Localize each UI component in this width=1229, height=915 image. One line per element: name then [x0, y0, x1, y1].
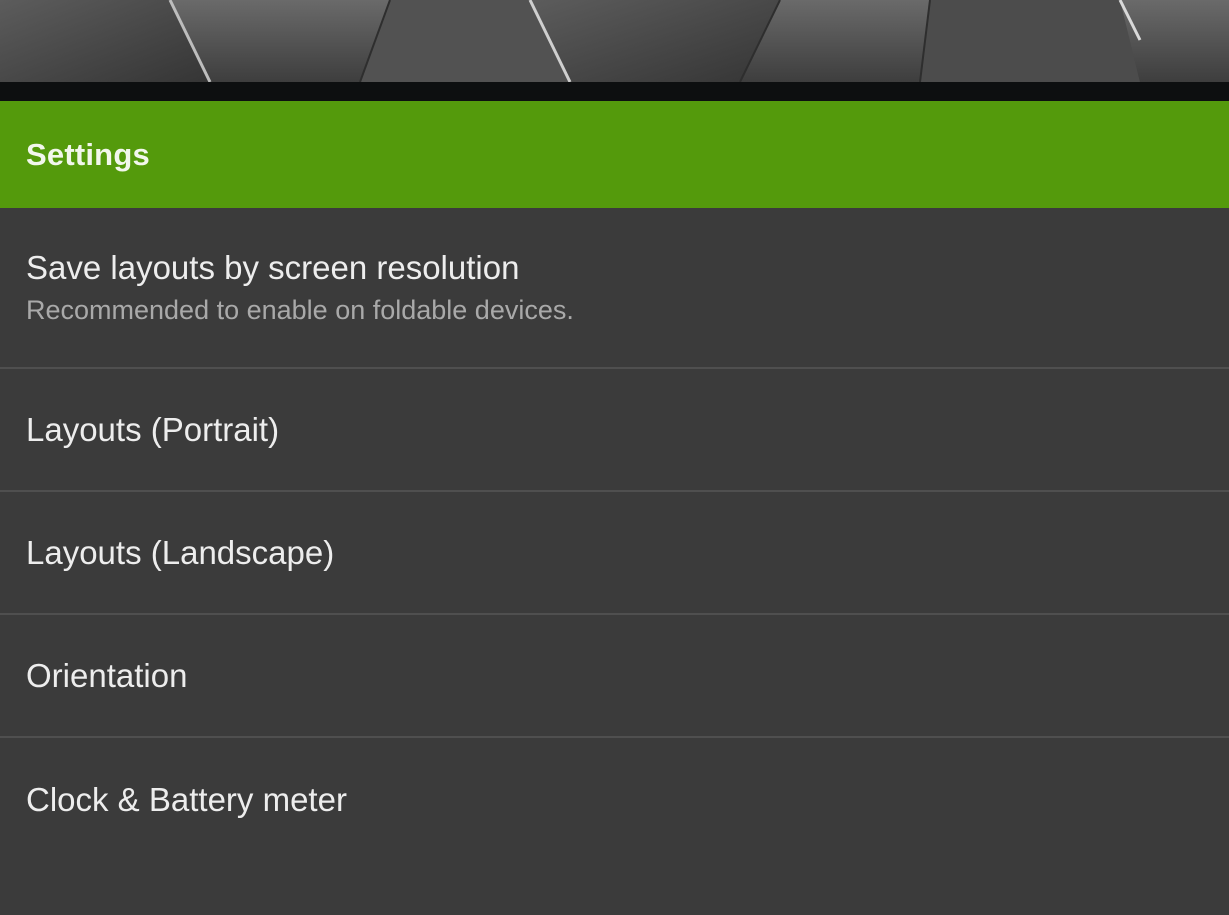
- setting-title: Layouts (Portrait): [26, 410, 280, 448]
- setting-title: Layouts (Landscape): [26, 533, 335, 571]
- hexagon-wallpaper: [0, 0, 1229, 82]
- setting-layouts-landscape[interactable]: Layouts (Landscape): [0, 492, 1229, 615]
- page-title: Settings: [26, 136, 150, 172]
- setting-subtitle: Recommended to enable on foldable device…: [26, 294, 574, 325]
- status-bar-divider: [0, 82, 1229, 101]
- hexagon-pattern-graphic: [0, 0, 1229, 82]
- setting-layouts-portrait[interactable]: Layouts (Portrait): [0, 369, 1229, 492]
- setting-title: Orientation: [26, 656, 188, 694]
- setting-save-layouts-by-resolution[interactable]: Save layouts by screen resolution Recomm…: [0, 208, 1229, 369]
- setting-title: Clock & Battery meter: [26, 780, 347, 818]
- setting-orientation[interactable]: Orientation: [0, 615, 1229, 738]
- setting-clock-battery-meter[interactable]: Clock & Battery meter: [0, 738, 1229, 861]
- settings-screen: Settings Save layouts by screen resoluti…: [0, 0, 1229, 915]
- setting-title: Save layouts by screen resolution: [26, 248, 520, 286]
- settings-header: Settings: [0, 101, 1229, 208]
- settings-list: Save layouts by screen resolution Recomm…: [0, 208, 1229, 861]
